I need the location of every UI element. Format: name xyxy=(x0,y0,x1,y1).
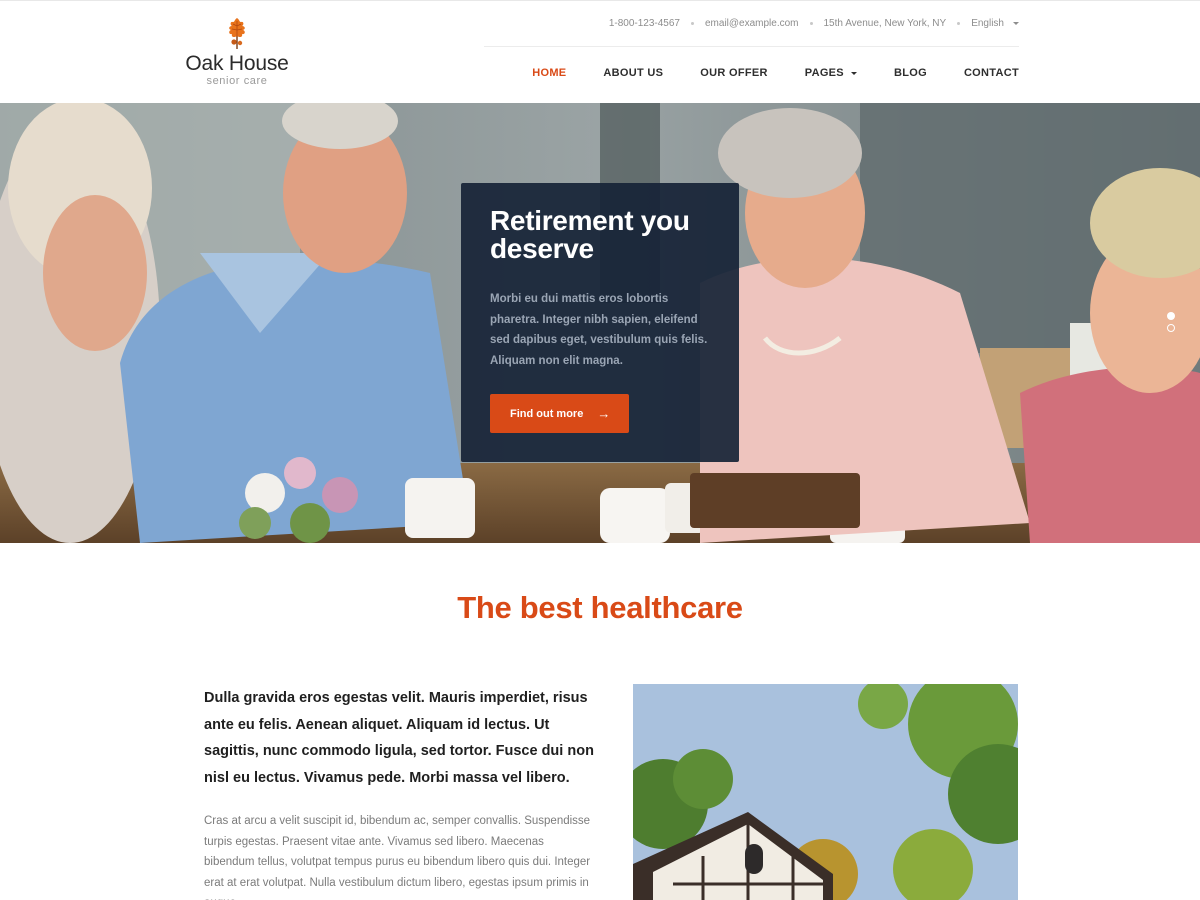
nav-item-our-offer[interactable]: OUR OFFER xyxy=(700,67,767,79)
slider-dot-2[interactable] xyxy=(1167,324,1175,332)
nav-item-blog[interactable]: BLOG xyxy=(894,67,927,79)
find-out-more-button[interactable]: Find out more → xyxy=(490,394,629,433)
address-text: 15th Avenue, New York, NY xyxy=(823,17,947,29)
arrow-right-icon: → xyxy=(597,406,611,421)
phone-link[interactable]: 1-800-123-4567 xyxy=(598,18,691,29)
email-link[interactable]: email@example.com xyxy=(694,18,810,29)
slider-dot-1[interactable] xyxy=(1167,312,1175,320)
house-image xyxy=(633,684,1018,900)
section-body-text: Cras at arcu a velit suscipit id, bibend… xyxy=(204,815,591,900)
nav-item-about-us[interactable]: ABOUT US xyxy=(603,67,663,79)
chevron-down-icon xyxy=(850,71,857,75)
site-header: Oak House senior care 1-800-123-4567 ema… xyxy=(0,0,1200,103)
brand-tagline: senior care xyxy=(206,75,268,87)
language-label: English xyxy=(971,17,1004,29)
brand-name: Oak House xyxy=(185,52,289,75)
header-divider xyxy=(484,46,1019,47)
main-nav: HOME ABOUT US OUR OFFER PAGES BLOG CONTA… xyxy=(495,67,1019,79)
house-photo xyxy=(633,684,1018,900)
language-selector[interactable]: English xyxy=(960,18,1019,29)
nav-item-pages[interactable]: PAGES xyxy=(805,67,857,79)
nav-item-home[interactable]: HOME xyxy=(532,67,566,79)
chevron-down-icon xyxy=(1013,21,1019,25)
nav-item-contact[interactable]: CONTACT xyxy=(964,67,1019,79)
section-title: The best healthcare xyxy=(457,590,743,625)
logo[interactable]: Oak House senior care xyxy=(181,15,293,87)
find-out-more-label: Find out more xyxy=(510,407,584,420)
hero-caption-box: Retirement you deserve Morbi eu dui matt… xyxy=(461,183,739,462)
slider-pagination xyxy=(1167,312,1175,336)
section-lead-text: Dulla gravida eros egestas velit. Mauris… xyxy=(204,690,594,786)
hero-title: Retirement you deserve xyxy=(490,205,690,264)
hero-slider: Retirement you deserve Morbi eu dui matt… xyxy=(0,103,1200,543)
hero-text: Morbi eu dui mattis eros lobortis pharet… xyxy=(490,293,708,367)
top-info-bar: 1-800-123-4567 email@example.com 15th Av… xyxy=(598,15,1019,31)
nav-item-pages-label: PAGES xyxy=(804,67,844,79)
oak-leaf-icon xyxy=(229,18,245,49)
